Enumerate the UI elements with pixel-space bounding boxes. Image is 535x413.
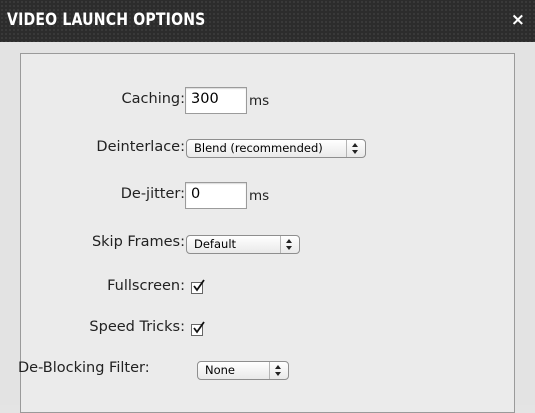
speed-tricks-label: Speed Tricks: [89, 319, 185, 335]
caching-unit: ms [249, 93, 270, 109]
close-icon[interactable]: × [511, 10, 525, 30]
checkmark-icon [193, 279, 205, 292]
deblocking-select[interactable]: None [197, 361, 289, 380]
deinterlace-selected-value: Blend (recommended) [194, 141, 323, 155]
deinterlace-select[interactable]: Blend (recommended) [186, 139, 366, 158]
options-panel: Caching: 300 ms Deinterlace: Blend (reco… [18, 53, 515, 413]
fullscreen-label: Fullscreen: [107, 278, 185, 294]
caching-input[interactable]: 300 [185, 87, 247, 114]
up-down-arrows-icon [269, 362, 288, 379]
deinterlace-label: Deinterlace: [96, 139, 185, 155]
dejitter-unit: ms [249, 188, 270, 204]
up-down-arrows-icon [346, 140, 365, 157]
skip-frames-select[interactable]: Default [186, 235, 300, 254]
skip-frames-selected-value: Default [194, 237, 237, 251]
speed-tricks-checkbox[interactable] [191, 321, 205, 336]
dialog-body: Caching: 300 ms Deinterlace: Blend (reco… [0, 42, 535, 413]
title-bar: VIDEO LAUNCH OPTIONS × [0, 0, 535, 42]
skip-frames-label: Skip Frames: [91, 234, 185, 250]
dejitter-input[interactable]: 0 [185, 182, 247, 209]
dejitter-label: De-jitter: [120, 186, 185, 202]
checkmark-icon [193, 321, 205, 334]
fullscreen-checkbox[interactable] [191, 279, 205, 294]
up-down-arrows-icon [280, 236, 299, 253]
deblocking-selected-value: None [205, 363, 236, 377]
window-title: VIDEO LAUNCH OPTIONS [7, 10, 206, 30]
caching-label: Caching: [121, 91, 185, 107]
deblocking-label: De-Blocking Filter: [18, 360, 150, 376]
